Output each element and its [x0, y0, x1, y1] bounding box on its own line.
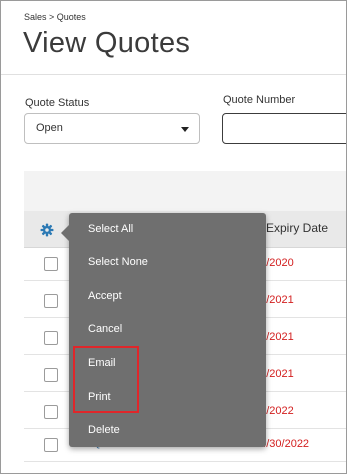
menu-item-select-none[interactable]: Select None — [88, 256, 148, 268]
menu-item-select-all[interactable]: Select All — [88, 223, 133, 235]
quote-status-select[interactable]: Open — [24, 113, 200, 144]
row-checkbox[interactable] — [44, 331, 58, 345]
quote-status-label: Quote Status — [25, 97, 90, 109]
menu-item-cancel[interactable]: Cancel — [88, 323, 122, 335]
row-checkbox[interactable] — [44, 405, 58, 419]
row-checkbox[interactable] — [44, 438, 58, 452]
row-checkbox[interactable] — [44, 257, 58, 271]
app-frame: Sales > Quotes View Quotes Quote Status … — [0, 0, 347, 474]
quote-status-value: Open — [36, 122, 63, 134]
quote-number-label: Quote Number — [223, 94, 296, 106]
expiry-date-header[interactable]: Expiry Date — [266, 221, 328, 235]
header-divider — [1, 74, 346, 75]
menu-item-delete[interactable]: Delete — [88, 424, 120, 436]
highlight-box — [73, 346, 139, 413]
table-toolbar — [24, 171, 346, 211]
quote-number-input[interactable] — [222, 113, 346, 144]
page-title: View Quotes — [23, 27, 191, 59]
breadcrumb[interactable]: Sales > Quotes — [24, 12, 86, 22]
menu-item-accept[interactable]: Accept — [88, 290, 122, 302]
gear-icon[interactable] — [40, 223, 54, 237]
caret-down-icon — [181, 127, 189, 132]
row-checkbox[interactable] — [44, 294, 58, 308]
row-checkbox[interactable] — [44, 368, 58, 382]
